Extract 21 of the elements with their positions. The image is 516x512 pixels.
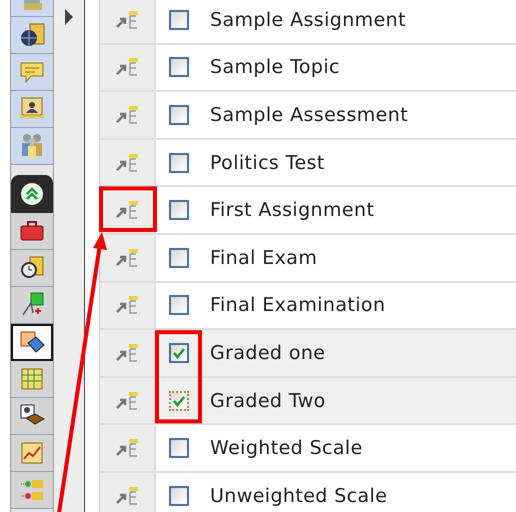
- row-title: Graded Two: [201, 378, 516, 424]
- table-row[interactable]: Politics Test: [100, 140, 516, 188]
- row-title: Weighted Scale: [209, 436, 364, 462]
- row-title: Final Examination: [209, 293, 386, 318]
- row-title: Graded one: [201, 330, 516, 376]
- table-row[interactable]: Sample Assignment: [100, 0, 516, 45]
- table-row[interactable]: Sample Assessment: [100, 92, 516, 140]
- row-title: First Assignment: [209, 198, 376, 224]
- row-title: Sample Assessment: [209, 102, 410, 128]
- row-title: Unweighted Scale: [209, 484, 388, 509]
- row-title: Politics Test: [209, 150, 326, 176]
- table-row[interactable]: First Assignment: [100, 187, 516, 235]
- row-title: Sample Assignment: [209, 8, 407, 33]
- table-row[interactable]: Final Exam: [100, 234, 516, 283]
- table-row[interactable]: Graded Two: [100, 378, 516, 426]
- table-row[interactable]: Weighted Scale: [100, 425, 516, 473]
- table-row[interactable]: Graded one: [100, 330, 516, 378]
- table-row[interactable]: Unweighted Scale: [100, 472, 516, 512]
- row-title: Sample Topic: [209, 55, 341, 80]
- table-row[interactable]: Sample Topic: [100, 44, 516, 92]
- row-title: Final Exam: [209, 246, 318, 271]
